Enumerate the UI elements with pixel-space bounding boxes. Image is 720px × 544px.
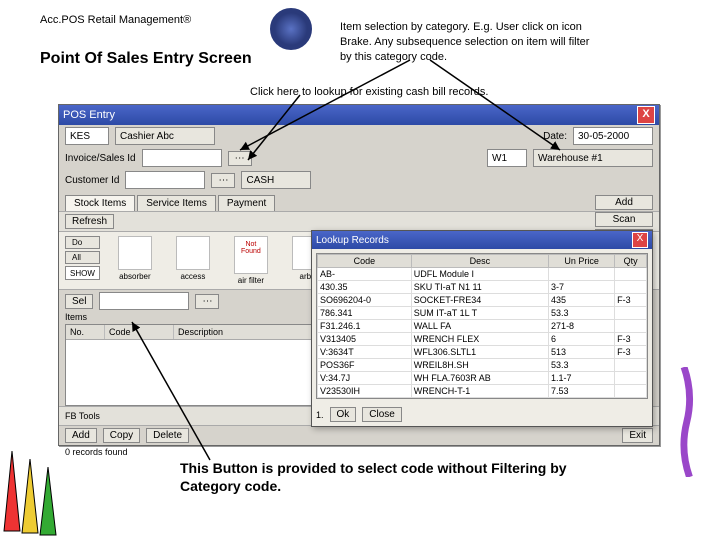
lookup-note: Click here to lookup for existing cash b… bbox=[250, 86, 488, 98]
customer-lookup-button[interactable]: ⋯ bbox=[211, 173, 235, 188]
lookup-window: Lookup Records X Code Desc Un Price Qty … bbox=[311, 230, 653, 427]
cashier-code-field[interactable]: KES bbox=[65, 127, 109, 145]
show-field[interactable]: SHOW bbox=[65, 266, 100, 280]
footer-note: This Button is provided to select code w… bbox=[180, 460, 620, 495]
lookup-row[interactable]: 786.341SUM IT-aT 1L T53.3 bbox=[318, 307, 647, 320]
lu-col-desc: Desc bbox=[411, 255, 548, 268]
absorber-icon bbox=[118, 236, 152, 270]
lu-col-price: Un Price bbox=[549, 255, 615, 268]
tab-stock-items[interactable]: Stock Items bbox=[65, 195, 135, 211]
lookup-row[interactable]: F31.246.1WALL FA271-8 bbox=[318, 320, 647, 333]
tab-service-items[interactable]: Service Items bbox=[137, 195, 216, 211]
category-air-filter[interactable]: Not Foundair filter bbox=[224, 236, 278, 285]
scan-button[interactable]: Scan bbox=[595, 212, 653, 227]
cashier-name-display: Cashier Abc bbox=[115, 127, 215, 145]
product-name: Acc.POS Retail Management® bbox=[40, 14, 191, 26]
date-label: Date: bbox=[543, 131, 567, 142]
lookup-ok-button[interactable]: Ok bbox=[330, 407, 357, 422]
do-commission-button[interactable]: Do bbox=[65, 236, 100, 249]
close-icon[interactable]: X bbox=[637, 106, 655, 124]
crayon-icon bbox=[644, 367, 720, 480]
invoice-label: Invoice/Sales Id bbox=[65, 153, 136, 164]
tab-payment[interactable]: Payment bbox=[218, 195, 275, 211]
lu-col-qty: Qty bbox=[615, 255, 647, 268]
page-title: Point Of Sales Entry Screen bbox=[40, 50, 252, 68]
acc-logo-icon bbox=[270, 8, 312, 50]
lookup-grid[interactable]: Code Desc Un Price Qty AB-UDFL Module I4… bbox=[316, 253, 648, 399]
lookup-row[interactable]: V23530IHWRENCH-T-17.53 bbox=[318, 385, 647, 398]
col-code: Code bbox=[105, 325, 174, 339]
date-field[interactable]: 30-05-2000 bbox=[573, 127, 653, 145]
lookup-row[interactable]: POS36FWREIL8H.SH53.3 bbox=[318, 359, 647, 372]
lookup-row[interactable]: SO696204-0SOCKET-FRE34435F-3 bbox=[318, 294, 647, 307]
lookup-row[interactable]: V313405WRENCH FLEX6F-3 bbox=[318, 333, 647, 346]
customer-label: Customer Id bbox=[65, 175, 119, 186]
crayons-icon bbox=[0, 431, 74, 544]
category-note: Item selection by category. E.g. User cl… bbox=[340, 20, 600, 65]
add-side-button[interactable]: Add bbox=[595, 195, 653, 210]
sel-button[interactable]: Sel bbox=[65, 294, 93, 309]
lookup-close-icon[interactable]: X bbox=[632, 232, 648, 248]
lookup-title-text: Lookup Records bbox=[316, 235, 389, 246]
delete-button[interactable]: Delete bbox=[146, 428, 189, 443]
col-no: No. bbox=[66, 325, 105, 339]
air-filter-icon: Not Found bbox=[234, 236, 268, 274]
lu-col-code: Code bbox=[318, 255, 412, 268]
item-tabs: Stock Items Service Items Payment bbox=[59, 191, 659, 211]
lookup-row[interactable]: AB-UDFL Module I bbox=[318, 268, 647, 281]
customer-field[interactable] bbox=[125, 171, 205, 189]
all-button[interactable]: All bbox=[65, 251, 100, 264]
lookup-row[interactable]: 430.35SKU TI-aT N1 113-7 bbox=[318, 281, 647, 294]
category-absorber[interactable]: absorber bbox=[108, 236, 162, 285]
sel-lookup-button[interactable]: ⋯ bbox=[195, 294, 219, 309]
warehouse-name-display: Warehouse #1 bbox=[533, 149, 653, 167]
window-title-text: POS Entry bbox=[63, 109, 115, 121]
copy-button[interactable]: Copy bbox=[103, 428, 140, 443]
sel-field[interactable] bbox=[99, 292, 189, 310]
refresh-button[interactable]: Refresh bbox=[65, 214, 114, 229]
invoice-field[interactable] bbox=[142, 149, 222, 167]
warehouse-code-field[interactable]: W1 bbox=[487, 149, 527, 167]
lookup-close-button[interactable]: Close bbox=[362, 407, 402, 422]
pos-entry-window: POS Entry X KES Cashier Abc Date: 30-05-… bbox=[58, 104, 660, 446]
status-bar: 0 records found bbox=[59, 445, 659, 459]
paymode-display: CASH bbox=[241, 171, 311, 189]
lookup-row[interactable]: V:34.7JWH FLA.7603R AB1.1-7 bbox=[318, 372, 647, 385]
window-titlebar[interactable]: POS Entry X bbox=[59, 105, 659, 125]
lookup-titlebar[interactable]: Lookup Records X bbox=[312, 231, 652, 249]
category-access[interactable]: access bbox=[166, 236, 220, 285]
invoice-lookup-button[interactable]: ⋯ bbox=[228, 151, 252, 166]
lookup-row[interactable]: V:3634TWFL306.SLTL1513F-3 bbox=[318, 346, 647, 359]
access-icon bbox=[176, 236, 210, 270]
